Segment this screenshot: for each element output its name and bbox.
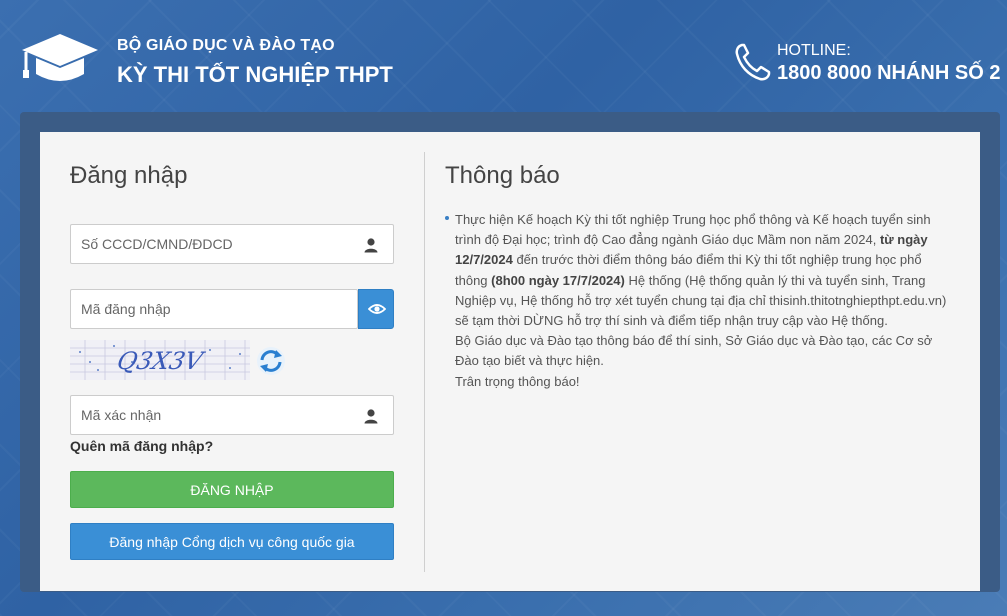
user-icon — [364, 409, 378, 424]
graduation-cap-icon — [22, 34, 98, 81]
id-number-input[interactable] — [81, 225, 341, 263]
login-section: Đăng nhập Số CCCD/CMND/ĐDCD Q3X3V Mã xác… — [70, 152, 394, 572]
site-header: BỘ GIÁO DỤC VÀ ĐÀO TẠO KỲ THI TỐT NGHIỆP… — [0, 0, 1007, 112]
notice-title: Thông báo — [445, 162, 560, 189]
login-code-input[interactable] — [81, 290, 341, 328]
captcha-field-wrapper — [70, 395, 394, 435]
captcha-input[interactable] — [81, 396, 341, 434]
main-panel: Đăng nhập Số CCCD/CMND/ĐDCD Q3X3V Mã xác… — [40, 132, 980, 591]
login-button[interactable]: ĐĂNG NHẬP — [70, 471, 394, 508]
ministry-name: BỘ GIÁO DỤC VÀ ĐÀO TẠO — [117, 37, 335, 54]
notice-text: Thực hiện Kế hoạch Kỳ thi tốt nghiệp Tru… — [455, 212, 931, 248]
notice-section: Thông báo Thực hiện Kế hoạch Kỳ thi tốt … — [445, 152, 955, 572]
column-divider — [424, 152, 425, 572]
captcha-image: Q3X3V — [70, 340, 250, 380]
phone-icon — [735, 43, 771, 81]
notice-paragraph-2: Bộ Giáo dục và Đào tạo thông báo để thí … — [455, 333, 933, 369]
password-field-wrapper — [70, 289, 358, 329]
exam-title: KỲ THI TỐT NGHIỆP THPT — [117, 62, 393, 87]
eye-icon — [368, 304, 386, 314]
gov-portal-login-button[interactable]: Đăng nhập Cổng dịch vụ công quốc gia — [70, 523, 394, 560]
hotline-number: 1800 8000 NHÁNH SỐ 2 — [777, 62, 1001, 84]
bullet-icon — [445, 216, 449, 220]
user-icon — [364, 238, 378, 253]
login-title: Đăng nhập — [70, 162, 188, 189]
notice-body: Thực hiện Kế hoạch Kỳ thi tốt nghiệp Tru… — [455, 210, 955, 392]
hotline-label: HOTLINE: — [777, 42, 851, 59]
notice-closing: Trân trọng thông báo! — [455, 373, 580, 389]
id-field-wrapper — [70, 224, 394, 264]
captcha-text: Q3X3V — [115, 346, 208, 375]
notice-deadline: (8h00 ngày 17/7/2024) — [491, 272, 625, 288]
forgot-code-link[interactable]: Quên mã đăng nhập? — [70, 438, 213, 454]
show-password-button[interactable] — [358, 289, 394, 329]
refresh-captcha-icon[interactable] — [256, 346, 286, 376]
